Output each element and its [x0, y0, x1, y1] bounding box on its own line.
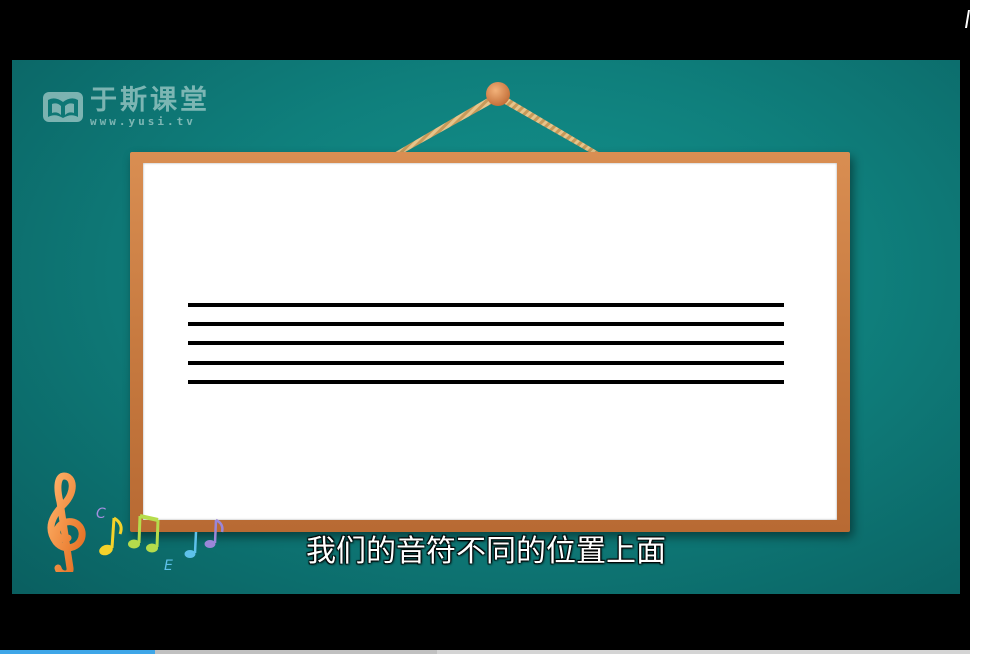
progress-bar[interactable]: [0, 650, 970, 654]
whiteboard-frame: [130, 152, 850, 532]
progress-played[interactable]: [0, 650, 156, 654]
music-staff: [188, 303, 784, 387]
staff-line-5: [188, 380, 784, 384]
rope-left: [392, 92, 502, 156]
video-player[interactable]: 于斯课堂 www.yusi.tv C E 我们的音符不同的位置上面: [0, 0, 970, 651]
corner-mark-icon: [965, 10, 970, 28]
whiteboard-surface: [143, 163, 837, 520]
hanger-pin-icon: [486, 82, 510, 106]
staff-line-3: [188, 341, 784, 345]
staff-line-4: [188, 361, 784, 365]
staff-line-2: [188, 322, 784, 326]
video-subtitle: 我们的音符不同的位置上面: [306, 534, 666, 569]
note-letter-c: C: [96, 506, 106, 522]
staff-line-1: [188, 303, 784, 307]
rope-right: [494, 92, 602, 156]
video-frame[interactable]: 于斯课堂 www.yusi.tv C E 我们的音符不同的位置上面: [12, 60, 960, 594]
